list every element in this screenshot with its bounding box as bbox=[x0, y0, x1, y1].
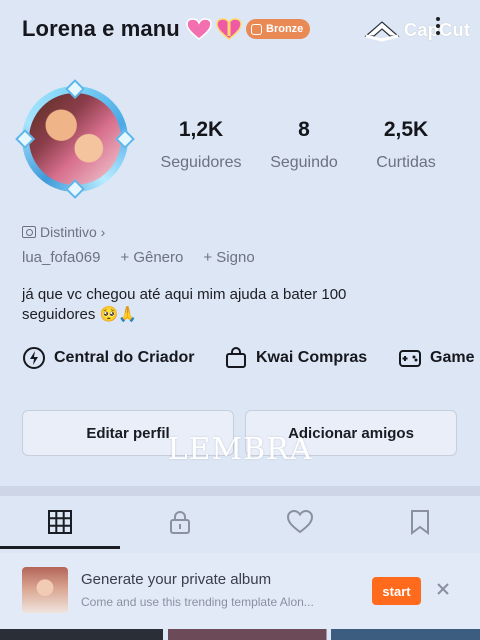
likes-label: Curtidas bbox=[376, 154, 436, 171]
section-divider bbox=[0, 486, 480, 496]
bookmark-icon[interactable] bbox=[406, 508, 434, 536]
overlay-text: LEMBRA bbox=[167, 432, 313, 467]
followers-label: Seguidores bbox=[160, 154, 242, 171]
kwai-shopping-button[interactable]: Kwai Compras bbox=[224, 346, 367, 370]
stat-likes[interactable]: 2,5K Curtidas bbox=[351, 118, 461, 172]
header: Lorena e manu Bronze CapCut bbox=[0, 0, 480, 62]
avatar-photo bbox=[29, 93, 121, 185]
content-tabs bbox=[0, 496, 480, 548]
heart-icon[interactable] bbox=[286, 508, 314, 536]
following-label: Seguindo bbox=[270, 154, 338, 171]
banner-subtitle: Come and use this trending template Alon… bbox=[81, 595, 314, 609]
profile-screen: Lorena e manu Bronze CapCut 1,2K Seguido… bbox=[0, 0, 480, 640]
more-options-icon[interactable] bbox=[430, 14, 446, 40]
close-icon[interactable] bbox=[436, 582, 450, 596]
stat-followers[interactable]: 1,2K Seguidores bbox=[146, 118, 256, 172]
profile-meta: lua_fofa069 + Gênero + Signo bbox=[22, 249, 255, 266]
banner-thumbnail bbox=[22, 567, 68, 613]
distintivo-link[interactable]: Distintivo › bbox=[22, 224, 105, 240]
lock-icon[interactable] bbox=[166, 508, 194, 536]
lightning-icon bbox=[23, 347, 45, 369]
heart-emoji-icon bbox=[186, 18, 212, 40]
distintivo-label: Distintivo › bbox=[40, 224, 106, 240]
likes-count: 2,5K bbox=[383, 118, 429, 141]
capcut-logo-icon bbox=[364, 21, 400, 42]
video-grid-preview[interactable] bbox=[0, 629, 480, 640]
template-banner[interactable]: Generate your private album Come and use… bbox=[0, 553, 480, 629]
gamepad-icon bbox=[399, 350, 421, 367]
creator-center-label: Central do Criador bbox=[54, 349, 195, 366]
add-sign-link[interactable]: + Signo bbox=[203, 249, 254, 266]
shopping-bag-icon bbox=[226, 347, 246, 368]
profile-username: Lorena e manu bbox=[22, 16, 180, 41]
banner-title: Generate your private album bbox=[81, 571, 272, 588]
grid-icon[interactable] bbox=[46, 508, 74, 536]
bronze-badge-label: Bronze bbox=[266, 23, 304, 35]
active-tab-indicator bbox=[0, 546, 120, 549]
profile-handle: lua_fofa069 bbox=[22, 249, 101, 266]
game-label: Game bbox=[430, 349, 475, 366]
stat-following[interactable]: 8 Seguindo bbox=[249, 118, 359, 172]
kwai-shopping-label: Kwai Compras bbox=[256, 349, 368, 366]
followers-count: 1,2K bbox=[178, 118, 224, 141]
creator-center-button[interactable]: Central do Criador bbox=[22, 346, 194, 370]
game-button[interactable]: Game bbox=[398, 346, 474, 370]
following-count: 8 bbox=[298, 118, 310, 141]
avatar[interactable] bbox=[15, 79, 135, 199]
heart-gift-emoji-icon bbox=[216, 18, 242, 40]
profile-bio: já que vc chegou até aqui mim ajuda a ba… bbox=[22, 286, 347, 323]
start-button[interactable]: start bbox=[372, 577, 421, 605]
bronze-badge[interactable]: Bronze bbox=[246, 19, 310, 39]
add-gender-link[interactable]: + Gênero bbox=[120, 249, 183, 266]
camera-icon bbox=[22, 226, 36, 238]
badge-icon bbox=[251, 23, 262, 35]
